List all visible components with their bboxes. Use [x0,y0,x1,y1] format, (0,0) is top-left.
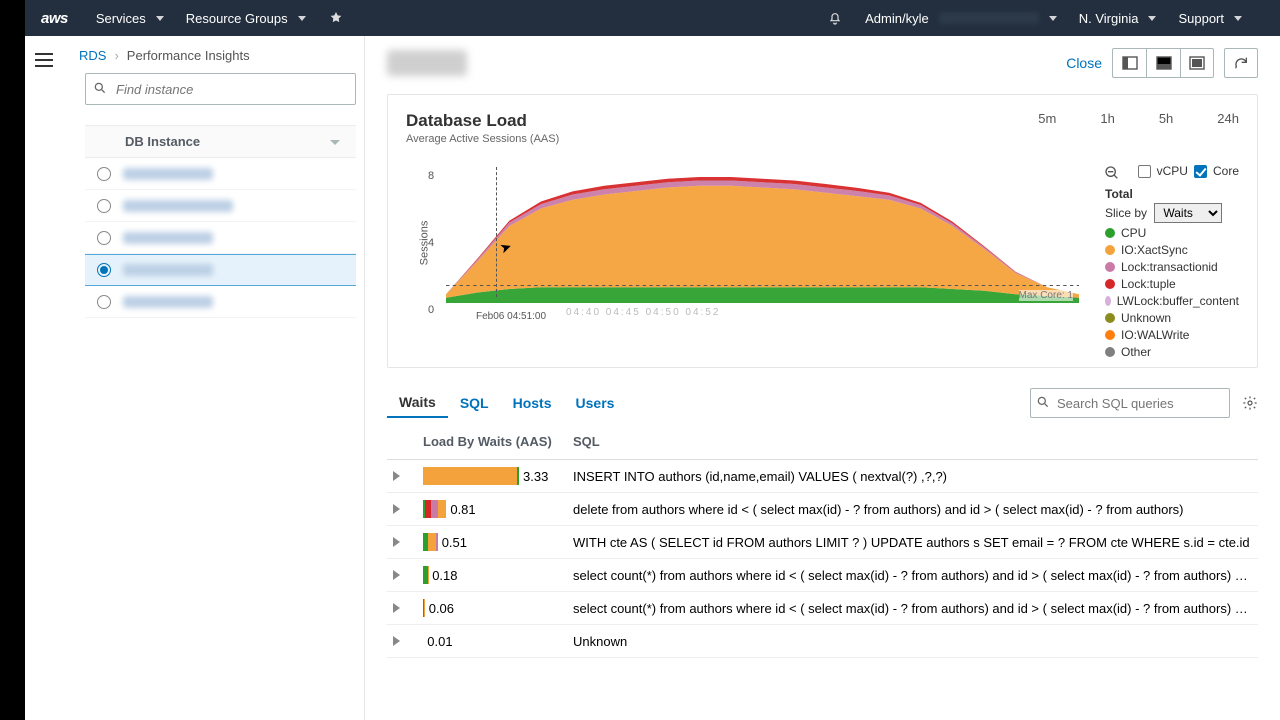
refresh-icon[interactable] [1224,48,1258,78]
expand-icon[interactable] [393,603,400,613]
legend-item[interactable]: Lock:tuple [1105,277,1239,291]
breadcrumb-root[interactable]: RDS [79,48,106,63]
aws-logo[interactable]: aws [41,10,68,27]
radio-icon[interactable] [97,231,111,245]
nav-pin-icon[interactable] [328,10,344,26]
nav-resource-groups[interactable]: Resource Groups [186,11,306,26]
db-instance-header-label: DB Instance [125,134,200,149]
breadcrumb-page: Performance Insights [127,48,250,63]
card-title: Database Load [406,111,559,131]
sort-icon [330,137,340,147]
vcpu-checkbox[interactable] [1138,165,1151,178]
range-24h[interactable]: 24h [1217,111,1239,126]
col-load[interactable]: Load By Waits (AAS) [417,424,567,460]
y-tick: 0 [428,304,434,316]
radio-icon[interactable] [97,295,111,309]
sql-row[interactable]: 0.01 Unknown [387,625,1258,658]
aws-top-nav: aws Services Resource Groups Admin/kyle … [25,0,1280,36]
nav-support[interactable]: Support [1178,11,1242,26]
instance-name [387,50,467,76]
legend-item[interactable]: Other [1105,345,1239,359]
legend-item[interactable]: IO:XactSync [1105,243,1239,257]
sql-table: Load By Waits (AAS) SQL 3.33 INSERT INTO… [387,424,1258,658]
chart-cursor [496,167,497,297]
chart-legend: vCPU Core Total Slice by Waits CPU IO:Xac… [1079,163,1239,359]
range-1h[interactable]: 1h [1100,111,1114,126]
core-label: Core [1213,164,1239,178]
sql-row[interactable]: 0.81 delete from authors where id < ( se… [387,493,1258,526]
hamburger-icon[interactable] [35,53,53,67]
sql-row[interactable]: 3.33 INSERT INTO authors (id,name,email)… [387,460,1258,493]
max-core-label: Max Core: 1 [1019,290,1073,301]
tab-hosts[interactable]: Hosts [501,389,564,417]
search-icon [93,81,107,95]
close-button[interactable]: Close [1066,55,1102,71]
y-tick: 4 [428,237,434,249]
expand-icon[interactable] [393,636,400,646]
sql-row[interactable]: 0.18 select count(*) from authors where … [387,559,1258,592]
sql-search [1030,388,1230,418]
legend-total: Total [1105,187,1239,201]
expand-icon[interactable] [393,471,400,481]
expand-icon[interactable] [393,504,400,514]
core-checkbox[interactable] [1194,165,1207,178]
vcpu-label: vCPU [1157,164,1188,178]
range-5m[interactable]: 5m [1038,111,1056,126]
db-instance-list [85,158,356,318]
db-instance-row[interactable] [85,286,356,318]
sidebar: RDS › Performance Insights DB Instance [25,36,365,720]
breadcrumb: RDS › Performance Insights [79,48,250,63]
nav-account[interactable]: Admin/kyle [865,11,1057,26]
zoom-out-icon[interactable] [1104,165,1120,181]
db-instance-row-selected[interactable] [85,254,356,286]
database-load-card: Database Load Average Active Sessions (A… [387,94,1258,368]
panel-full-icon[interactable] [1180,48,1214,78]
time-range: 5m 1h 5h 24h [1038,111,1239,126]
card-subtitle: Average Active Sessions (AAS) [406,133,559,145]
legend-item[interactable]: CPU [1105,226,1239,240]
find-instance [85,73,356,105]
sql-row[interactable]: 0.51 WITH cte AS ( SELECT id FROM author… [387,526,1258,559]
load-chart[interactable]: Sessions 8 4 0 ➤ Feb06 04:51:00 Max Core… [406,163,1079,323]
find-instance-input[interactable] [85,73,356,105]
nav-account-label: Admin/kyle [865,11,929,26]
legend-item[interactable]: IO:WALWrite [1105,328,1239,342]
page-header: Close [387,48,1258,78]
radio-icon[interactable] [97,263,111,277]
legend-item[interactable]: Lock:transactionid [1105,260,1239,274]
slice-by-select[interactable]: Waits [1154,203,1222,223]
range-5h[interactable]: 5h [1159,111,1173,126]
tab-waits[interactable]: Waits [387,388,448,418]
radio-icon[interactable] [97,199,111,213]
nav-bell-icon[interactable] [827,10,843,26]
panel-left-icon[interactable] [1112,48,1146,78]
search-icon [1036,395,1050,409]
db-instance-row[interactable] [85,222,356,254]
db-instance-row[interactable] [85,190,356,222]
radio-icon[interactable] [97,167,111,181]
sql-row[interactable]: 0.06 select count(*) from authors where … [387,592,1258,625]
tab-sql[interactable]: SQL [448,389,501,417]
y-tick: 8 [428,170,434,182]
nav-services[interactable]: Services [96,11,164,26]
col-sql[interactable]: SQL [567,424,1258,460]
db-instance-row[interactable] [85,158,356,190]
legend-item[interactable]: Unknown [1105,311,1239,325]
sql-search-input[interactable] [1030,388,1230,418]
nav-region[interactable]: N. Virginia [1079,11,1157,26]
main: Close Database Load Average Active Sessi… [365,36,1280,720]
expand-icon[interactable] [393,570,400,580]
slice-by: Slice by Waits [1105,203,1239,223]
detail-tabs: Waits SQL Hosts Users [387,388,1258,418]
panel-bottom-icon[interactable] [1146,48,1180,78]
gear-icon[interactable] [1242,395,1258,411]
expand-icon[interactable] [393,537,400,547]
legend-item[interactable]: LWLock:buffer_content [1105,294,1239,308]
chart-cursor-label: Feb06 04:51:00 [472,310,550,323]
tab-users[interactable]: Users [564,389,627,417]
db-instance-header[interactable]: DB Instance [85,125,356,158]
